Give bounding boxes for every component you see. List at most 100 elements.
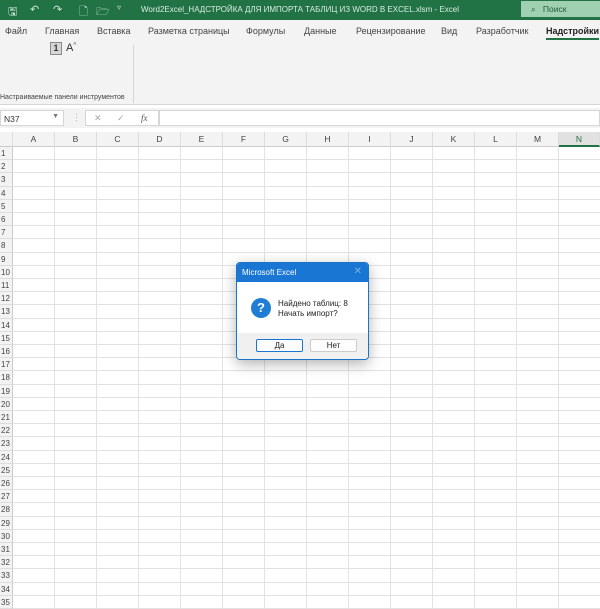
select-all-corner[interactable] <box>0 132 13 147</box>
font-size-button[interactable]: A^ <box>66 42 76 54</box>
row-header[interactable]: 33 <box>0 569 13 583</box>
row-header[interactable]: 14 <box>0 318 13 332</box>
row-header[interactable]: 27 <box>0 490 13 504</box>
tab-home[interactable]: Главная <box>45 26 79 36</box>
grid-line <box>13 462 600 464</box>
message-line-2: Начать импорт? <box>278 309 338 318</box>
grid-line <box>96 147 97 608</box>
tab-data[interactable]: Данные <box>304 26 337 36</box>
row-header[interactable]: 26 <box>0 477 13 491</box>
row-header[interactable]: 7 <box>0 226 13 240</box>
row-header[interactable]: 25 <box>0 463 13 477</box>
column-header[interactable]: D <box>139 132 181 147</box>
grid-line <box>13 410 600 411</box>
enter-icon[interactable]: ✓ <box>117 113 125 124</box>
search-box[interactable]: ⌕ Поиск <box>521 1 600 17</box>
column-header[interactable]: N <box>559 132 600 147</box>
yes-button[interactable]: Да <box>256 339 303 352</box>
search-icon: ⌕ <box>531 4 539 14</box>
column-header[interactable]: F <box>223 132 265 147</box>
chevron-down-icon[interactable]: ▼ <box>52 113 59 120</box>
grid-line <box>222 147 223 608</box>
row-header[interactable]: 20 <box>0 397 13 411</box>
grid-line <box>13 476 600 477</box>
row-header[interactable]: 10 <box>0 265 13 279</box>
row-header[interactable]: 6 <box>0 213 13 227</box>
cancel-icon[interactable]: ✕ <box>94 113 102 124</box>
row-header[interactable]: 16 <box>0 345 13 359</box>
grid-line <box>558 147 559 608</box>
grid-line <box>432 147 433 608</box>
tab-addins[interactable]: Надстройки <box>546 26 600 40</box>
name-box[interactable]: N37 ▼ <box>0 110 64 126</box>
row-header[interactable]: 35 <box>0 595 13 609</box>
row-header[interactable]: 12 <box>0 292 13 306</box>
ribbon: 1 A^ Настраиваемые панели инструментов <box>0 42 600 105</box>
grid-line <box>13 594 600 596</box>
column-header[interactable]: L <box>475 132 517 147</box>
row-header[interactable]: 19 <box>0 384 13 398</box>
row-header[interactable]: 31 <box>0 543 13 557</box>
group-separator <box>133 45 134 103</box>
tab-developer[interactable]: Разработчик <box>476 26 528 36</box>
tab-view[interactable]: Вид <box>441 26 457 36</box>
row-header[interactable]: 34 <box>0 582 13 596</box>
grid-line <box>13 542 600 543</box>
row-header[interactable]: 8 <box>0 239 13 253</box>
column-header[interactable]: A <box>13 132 55 147</box>
column-header[interactable]: E <box>181 132 223 147</box>
column-header[interactable]: H <box>307 132 349 147</box>
grid-line <box>264 147 265 608</box>
column-header[interactable]: J <box>391 132 433 147</box>
row-header[interactable]: 22 <box>0 424 13 438</box>
row-header[interactable]: 4 <box>0 186 13 200</box>
grid-line <box>13 555 600 557</box>
column-header[interactable]: K <box>433 132 475 147</box>
spreadsheet-grid[interactable]: A B C D E F G H I J K L M N 1 2 3 4 5 6 7 8 9 10 11 12 13 14 15 16 17 1… <box>0 132 600 609</box>
ribbon-tabs: Файл Главная Вставка Разметка страницы Ф… <box>0 20 600 42</box>
column-header[interactable]: C <box>97 132 139 147</box>
row-header[interactable]: 17 <box>0 358 13 372</box>
grid-line <box>13 238 600 240</box>
row-header[interactable]: 23 <box>0 437 13 451</box>
row-header[interactable]: 13 <box>0 305 13 319</box>
row-header[interactable]: 21 <box>0 411 13 425</box>
row-header[interactable]: 28 <box>0 503 13 517</box>
row-header[interactable]: 3 <box>0 173 13 187</box>
drag-handle-icon[interactable]: ⋮ <box>72 112 81 123</box>
close-icon[interactable]: ✕ <box>354 266 362 277</box>
row-header[interactable]: 24 <box>0 450 13 464</box>
grid-line <box>348 147 349 608</box>
row-header[interactable]: 9 <box>0 252 13 266</box>
formula-input[interactable] <box>159 110 600 126</box>
search-label: Поиск <box>542 4 567 14</box>
row-header[interactable]: 18 <box>0 371 13 385</box>
tab-file[interactable]: Файл <box>5 26 27 36</box>
row-header[interactable]: 11 <box>0 279 13 293</box>
toolbar-button-1[interactable]: 1 <box>50 42 62 55</box>
message-line-1: Найдено таблиц: 8 <box>278 299 348 308</box>
tab-page-layout[interactable]: Разметка страницы <box>148 26 230 36</box>
window-title: Word2Excel_НАДСТРОЙКА ДЛЯ ИМПОРТА ТАБЛИЦ… <box>140 5 460 14</box>
no-button[interactable]: Нет <box>310 339 357 352</box>
grid-line <box>13 502 600 504</box>
tab-formulas[interactable]: Формулы <box>246 26 285 36</box>
column-header[interactable]: B <box>55 132 97 147</box>
column-header[interactable]: G <box>265 132 307 147</box>
column-header[interactable]: I <box>349 132 391 147</box>
row-header[interactable]: 5 <box>0 199 13 213</box>
grid-line <box>306 147 307 608</box>
column-header[interactable]: M <box>517 132 559 147</box>
grid-line <box>13 396 600 398</box>
tab-insert[interactable]: Вставка <box>97 26 130 36</box>
row-header[interactable]: 29 <box>0 516 13 530</box>
row-header[interactable]: 32 <box>0 556 13 570</box>
title-bar: 🖫 ↶ ↷ 🗋 🗁 ▿ Word2Excel_НАДСТРОЙКА ДЛЯ ИМ… <box>0 0 600 20</box>
row-header[interactable]: 30 <box>0 529 13 543</box>
function-icon[interactable]: fx <box>141 113 148 123</box>
tab-review[interactable]: Рецензирование <box>356 26 426 36</box>
row-header[interactable]: 15 <box>0 331 13 345</box>
group-label: Настраиваемые панели инструментов <box>0 94 125 101</box>
row-header[interactable]: 2 <box>0 160 13 174</box>
row-header[interactable]: 1 <box>0 147 13 161</box>
